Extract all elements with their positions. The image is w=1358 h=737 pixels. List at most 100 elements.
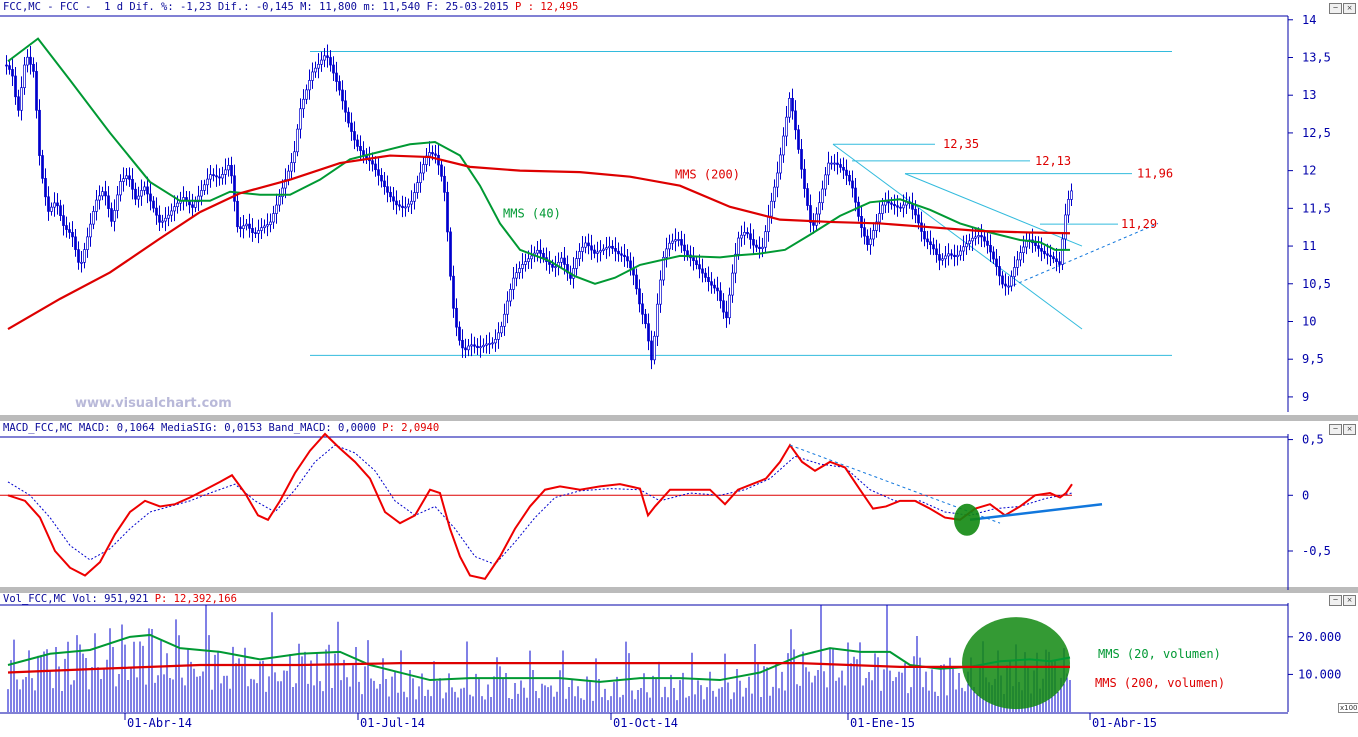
candle-body — [578, 251, 581, 259]
candle-body — [332, 64, 335, 74]
candle — [800, 138, 803, 179]
candle-body — [269, 221, 272, 225]
candle — [692, 246, 695, 271]
candle — [614, 237, 617, 262]
candle — [1064, 203, 1067, 250]
vol-panel-close-icon[interactable]: × — [1343, 595, 1356, 606]
candle-body — [302, 98, 305, 110]
candle — [719, 282, 722, 309]
candle — [254, 227, 257, 239]
candle-body — [536, 249, 539, 254]
candle — [962, 235, 965, 261]
macd-panel-close-icon[interactable]: × — [1343, 424, 1356, 435]
candle — [245, 219, 248, 231]
price-panel-close-icon[interactable]: × — [1343, 3, 1356, 14]
candle-body — [1016, 259, 1019, 268]
candle — [86, 227, 89, 258]
candle-body — [461, 339, 464, 349]
candle-body — [683, 244, 686, 252]
y-tick-label: 13 — [1302, 88, 1316, 102]
candle-body — [338, 81, 341, 91]
y-tick-label: 10 — [1302, 314, 1316, 328]
candle-body — [623, 254, 626, 258]
candle-body — [815, 213, 818, 226]
candle-body — [8, 65, 11, 70]
candle — [203, 179, 206, 196]
candle-body — [734, 253, 737, 274]
candle — [626, 248, 629, 268]
candle-body — [797, 129, 800, 150]
candle-body — [239, 226, 242, 229]
candle-body — [242, 225, 245, 229]
candle — [1013, 256, 1016, 287]
y-tick-label: 11 — [1302, 239, 1316, 253]
candle — [629, 252, 632, 276]
candle — [470, 333, 473, 357]
candle-body — [80, 261, 83, 264]
candle-body — [431, 152, 434, 155]
candle — [380, 168, 383, 188]
candle-body — [1055, 258, 1058, 262]
candle-body — [164, 217, 167, 222]
candle-body — [374, 163, 377, 171]
candle-body — [1040, 248, 1043, 252]
candle-body — [596, 251, 599, 254]
vol-scale-badge: x100 — [1338, 703, 1358, 713]
candle-body — [989, 245, 992, 253]
candle — [296, 124, 299, 157]
candle-body — [32, 63, 35, 72]
candle — [419, 161, 422, 193]
candle-body — [1010, 276, 1013, 287]
candle-body — [941, 258, 944, 261]
candle — [650, 330, 653, 370]
candle-body — [848, 174, 851, 182]
candle-body — [218, 176, 221, 179]
candle — [1001, 271, 1004, 289]
candle — [491, 337, 494, 349]
candle — [329, 50, 332, 72]
macd-panel-minimize-icon[interactable]: ─ — [1329, 424, 1342, 435]
candle-body — [452, 275, 455, 309]
candle-body — [869, 238, 872, 245]
candle — [374, 156, 377, 177]
candle — [260, 218, 263, 240]
candle — [860, 205, 863, 238]
candle-body — [929, 241, 932, 245]
candle — [92, 205, 95, 230]
candle — [560, 252, 563, 268]
candle-body — [962, 246, 965, 252]
candle-body — [686, 250, 689, 256]
candle-body — [26, 56, 29, 66]
candle — [344, 90, 347, 122]
candle — [731, 264, 734, 303]
candle-body — [872, 230, 875, 240]
candle-body — [77, 249, 80, 263]
candle — [323, 48, 326, 68]
candle-body — [407, 203, 410, 208]
y-tick-label: 14 — [1302, 13, 1316, 27]
candle — [869, 227, 872, 255]
candle-body — [254, 232, 257, 234]
candle-body — [476, 345, 479, 349]
candle — [905, 192, 908, 215]
candle-body — [824, 174, 827, 190]
candle — [755, 239, 758, 253]
candle — [701, 258, 704, 283]
candle — [743, 221, 746, 245]
vol-panel-minimize-icon[interactable]: ─ — [1329, 595, 1342, 606]
price-panel-minimize-icon[interactable]: ─ — [1329, 3, 1342, 14]
candle-body — [800, 149, 803, 170]
candle — [617, 242, 620, 262]
vol-mms200-label: MMS (200, volumen) — [1095, 676, 1225, 690]
price-annotation: MMS (200) — [675, 167, 740, 181]
candle — [530, 244, 533, 269]
candle — [902, 194, 905, 218]
candle — [602, 244, 605, 255]
candle — [356, 134, 359, 152]
candle — [275, 193, 278, 224]
candle-body — [245, 223, 248, 227]
candle-body — [419, 172, 422, 184]
candle — [872, 222, 875, 247]
x-tick-label: 01-Abr-14 — [127, 716, 192, 730]
candle-body — [950, 253, 953, 256]
